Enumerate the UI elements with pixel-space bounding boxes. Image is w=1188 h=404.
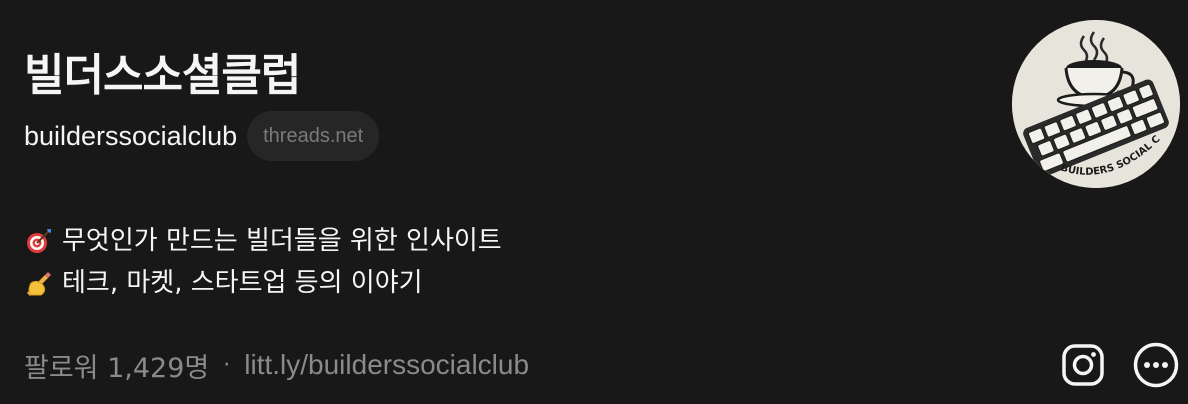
instagram-button[interactable] [1060,342,1106,388]
bio-line: 무엇인가 만드는 빌더들을 위한 인사이트 [24,220,502,262]
more-button[interactable] [1133,342,1179,388]
avatar-image: BUILDERS SOCIAL CLUB [1012,20,1180,188]
bio-line: 테크, 마켓, 스타트업 등의 이야기 [24,262,502,304]
bio: 무엇인가 만드는 빌더들을 위한 인사이트 테크, 마켓, 스타트업 등의 이야… [24,220,502,304]
avatar[interactable]: BUILDERS SOCIAL CLUB [1012,20,1180,188]
writing-hand-icon [24,268,54,298]
bio-text: 무엇인가 만드는 빌더들을 위한 인사이트 [62,226,502,256]
instagram-icon [1062,344,1104,386]
username: builderssocialclub [24,121,238,151]
profile-header: 빌더스소셜클럽 builderssocialclub threads.net B… [0,0,1188,404]
target-icon [24,226,54,256]
domain-badge[interactable]: threads.net [247,111,380,161]
profile-footer: 팔로워 1,429명 · litt.ly/builderssocialclub [24,340,529,390]
display-name: 빌더스소셜클럽 [24,50,301,101]
separator-dot: · [223,352,231,378]
profile-link[interactable]: litt.ly/builderssocialclub [244,349,529,381]
handle-row: builderssocialclub threads.net [24,110,380,162]
follower-count[interactable]: 팔로워 1,429명 [24,346,209,385]
more-icon [1133,342,1179,388]
bio-text: 테크, 마켓, 스타트업 등의 이야기 [62,268,423,298]
